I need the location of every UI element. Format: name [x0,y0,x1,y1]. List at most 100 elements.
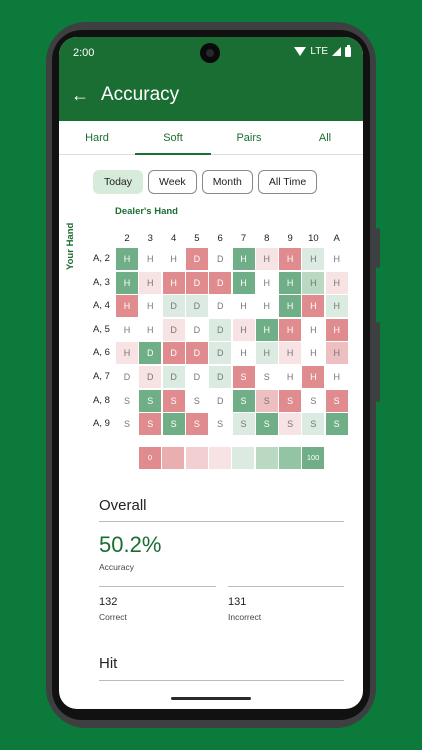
grid-cell[interactable]: S [116,413,138,436]
grid-cell[interactable]: S [302,389,325,412]
tab-all[interactable]: All [287,121,363,154]
grid-cell[interactable]: H [302,342,325,365]
grid-cell[interactable]: H [279,342,302,365]
grid-cell[interactable]: H [255,248,278,270]
grid-cell[interactable]: H [302,318,325,341]
filter-chip-all-time[interactable]: All Time [257,170,318,194]
legend-swatch: 0 [139,447,161,469]
grid-cell[interactable]: H [325,366,348,388]
tab-hard[interactable]: Hard [59,121,135,154]
grid-cell[interactable]: S [232,413,255,436]
grid-cell[interactable]: H [302,295,325,318]
grid-cell[interactable]: H [325,271,348,294]
grid-cell[interactable]: D [209,389,232,412]
grid-cell[interactable]: D [162,295,185,318]
grid-cell[interactable]: D [162,366,185,388]
grid-cell[interactable]: S [279,389,302,412]
tab-pairs[interactable]: Pairs [211,121,287,154]
grid-cell[interactable]: H [255,342,278,365]
grid-cell[interactable]: D [209,366,232,388]
back-arrow-icon[interactable]: ← [69,84,91,106]
grid-cell[interactable]: S [232,366,255,388]
filter-chip-month[interactable]: Month [201,170,253,194]
grid-cell[interactable]: S [232,389,255,412]
filter-chip-today[interactable]: Today [93,170,144,194]
grid-cell[interactable]: D [209,318,232,341]
grid-cell[interactable]: S [162,389,185,412]
grid-cell[interactable]: D [209,248,232,270]
grid-cell[interactable]: S [279,413,302,436]
grid-cell[interactable]: H [255,318,278,341]
home-indicator[interactable] [171,697,251,700]
grid-cell[interactable]: D [185,248,208,270]
grid-cell[interactable]: H [116,248,138,270]
grid-cell[interactable]: D [185,295,208,318]
grid-cell[interactable]: S [255,389,278,412]
grid-cell[interactable]: D [185,318,208,341]
grid-cell[interactable]: S [325,389,348,412]
grid-cell[interactable]: D [162,318,185,341]
grid-cell[interactable]: D [185,366,208,388]
grid-cell[interactable]: S [255,413,278,436]
grid-cell[interactable]: D [139,342,162,365]
grid-cell[interactable]: H [325,248,348,270]
grid-cell[interactable]: H [232,271,255,294]
grid-cell[interactable]: H [162,248,185,270]
grid-cell[interactable]: H [232,342,255,365]
grid-cell[interactable]: S [139,413,162,436]
grid-cell[interactable]: D [185,342,208,365]
grid-cell[interactable]: S [116,389,138,412]
grid-cell[interactable]: D [209,295,232,318]
grid-cell[interactable]: D [116,366,138,388]
grid-cell[interactable]: H [325,342,348,365]
grid-cell[interactable]: H [116,342,138,365]
grid-cell[interactable]: D [162,342,185,365]
grid-cell[interactable]: H [139,295,162,318]
grid-cell[interactable]: H [279,271,302,294]
grid-cell[interactable]: H [232,248,255,270]
grid-cell[interactable]: H [279,248,302,270]
grid-cell[interactable]: H [116,271,138,294]
grid-cell[interactable]: D [185,271,208,294]
grid-cell[interactable]: H [139,248,162,270]
grid-cell[interactable]: S [139,389,162,412]
tab-soft[interactable]: Soft [135,121,211,155]
status-time: 2:00 [73,47,95,59]
grid-cell[interactable]: H [279,318,302,341]
dealer-column-header: 9 [287,233,293,244]
grid-cell[interactable]: H [325,318,348,341]
grid-cell[interactable]: S [255,366,278,388]
status-bar: 2:00 LTE [59,37,363,71]
filter-chip-week[interactable]: Week [148,170,197,194]
grid-cell[interactable]: S [209,413,232,436]
grid-cell[interactable]: D [139,366,162,388]
hand-row-header: A, 6 [93,347,110,359]
correct-divider [99,586,216,587]
grid-cell[interactable]: H [255,295,278,318]
grid-cell[interactable]: S [302,413,325,436]
grid-cell[interactable]: H [302,271,325,294]
grid-cell[interactable]: H [302,248,325,270]
grid-cell[interactable]: H [232,318,255,341]
dealer-column-header: 3 [147,233,153,244]
legend-swatch [208,447,231,469]
grid-cell[interactable]: H [255,271,278,294]
dealer-column-header: 10 [308,233,319,244]
grid-cell[interactable]: H [279,366,302,388]
power-button [376,228,380,268]
grid-cell[interactable]: D [209,342,232,365]
grid-cell[interactable]: S [185,413,208,436]
grid-cell[interactable]: H [116,318,138,341]
grid-cell[interactable]: S [185,389,208,412]
grid-cell[interactable]: H [162,271,185,294]
grid-cell[interactable]: H [302,366,325,388]
grid-cell[interactable]: D [209,271,232,294]
grid-cell[interactable]: H [232,295,255,318]
grid-cell[interactable]: H [139,271,162,294]
grid-cell[interactable]: H [325,295,348,318]
grid-cell[interactable]: S [325,413,348,436]
grid-cell[interactable]: H [116,295,138,318]
grid-cell[interactable]: H [139,318,162,341]
grid-cell[interactable]: S [162,413,185,436]
grid-cell[interactable]: H [279,295,302,318]
